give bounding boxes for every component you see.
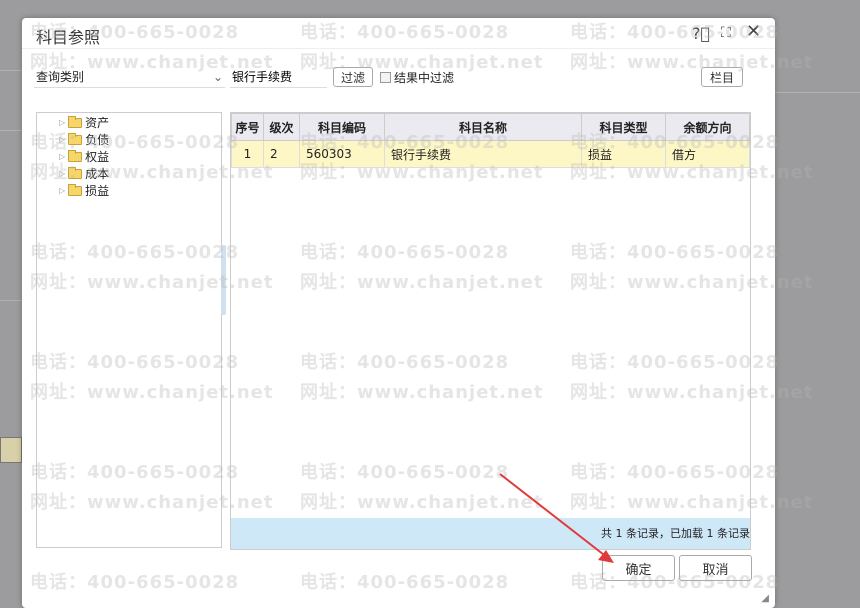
tree-node-label: 成本 — [85, 167, 110, 181]
dialog-title: 科目参照 — [36, 28, 101, 47]
ok-button[interactable]: 确定 — [602, 555, 675, 581]
column-header-code[interactable]: 科目编码 — [299, 113, 385, 141]
tree-node-label: 资产 — [85, 116, 110, 130]
help-icon[interactable]: ?⃝ — [692, 24, 710, 43]
search-input[interactable] — [230, 66, 327, 88]
expand-icon[interactable]: ▷ — [59, 118, 65, 127]
folder-icon — [68, 132, 83, 145]
filter-button[interactable]: 过滤 — [333, 67, 373, 87]
tree-node-label: 损益 — [85, 184, 110, 198]
background-grid-line — [0, 70, 22, 71]
column-header-direction[interactable]: 余额方向 — [665, 113, 750, 141]
folder-icon — [68, 115, 83, 128]
filter-in-results-label: 结果中过滤 — [394, 71, 455, 85]
column-header-name[interactable]: 科目名称 — [384, 113, 582, 141]
filter-in-results-checkbox[interactable] — [380, 72, 391, 83]
close-icon[interactable]: ✕ — [746, 21, 761, 42]
maximize-icon[interactable]: ⛶ — [721, 25, 731, 41]
tree-node-cost[interactable]: ▷ 成本 — [59, 165, 109, 182]
grid-header-row: 序号 级次 科目编码 科目名称 科目类型 余额方向 — [231, 113, 750, 141]
column-header-level[interactable]: 级次 — [263, 113, 300, 141]
tree-node-label: 权益 — [85, 150, 110, 164]
cancel-button[interactable]: 取消 — [679, 555, 752, 581]
panel-splitter[interactable] — [221, 245, 226, 315]
tree-node-assets[interactable]: ▷ 资产 — [59, 114, 109, 131]
tree-node-profit-loss[interactable]: ▷ 损益 — [59, 182, 109, 199]
cell-direction: 借方 — [665, 140, 750, 168]
folder-icon — [68, 149, 83, 162]
background-grid-line — [775, 92, 860, 93]
column-header-index[interactable]: 序号 — [231, 113, 264, 141]
account-reference-dialog: 科目参照 ?⃝ ⛶ ✕ 查询类别 ⌄ 过滤 结果中过滤 栏目 ▷ 资产 ▷ 负债 ▷ 权… — [22, 18, 775, 608]
chevron-down-icon: ⌄ — [212, 70, 223, 84]
grid-record-count: 共 1 条记录，已加载 1 条记录 — [231, 518, 750, 549]
cell-type: 损益 — [581, 140, 666, 168]
cell-index: 1 — [231, 140, 264, 168]
expand-icon[interactable]: ▷ — [59, 135, 65, 144]
background-cell — [0, 437, 22, 463]
account-grid: 序号 级次 科目编码 科目名称 科目类型 余额方向 1 2 560303 银行手… — [230, 112, 751, 550]
category-select-value: 查询类别 — [36, 70, 85, 84]
cell-level: 2 — [263, 140, 300, 168]
expand-icon[interactable]: ▷ — [59, 152, 65, 161]
column-header-type[interactable]: 科目类型 — [581, 113, 666, 141]
background-grid-line — [0, 130, 22, 131]
account-tree: ▷ 资产 ▷ 负债 ▷ 权益 ▷ 成本 ▷ 损益 — [36, 112, 222, 548]
tree-node-equity[interactable]: ▷ 权益 — [59, 148, 109, 165]
tree-node-liabilities[interactable]: ▷ 负债 — [59, 131, 109, 148]
category-select[interactable]: 查询类别 ⌄ — [34, 66, 225, 88]
title-bar — [22, 18, 775, 49]
background-grid-line — [0, 300, 22, 301]
cell-name: 银行手续费 — [384, 140, 582, 168]
expand-icon[interactable]: ▷ — [59, 169, 65, 178]
folder-icon — [68, 166, 83, 179]
tree-node-label: 负债 — [85, 133, 110, 147]
cell-code: 560303 — [299, 140, 385, 168]
folder-icon — [68, 183, 83, 196]
columns-button[interactable]: 栏目 — [701, 67, 743, 87]
table-row[interactable]: 1 2 560303 银行手续费 损益 借方 — [231, 140, 750, 168]
expand-icon[interactable]: ▷ — [59, 186, 65, 195]
